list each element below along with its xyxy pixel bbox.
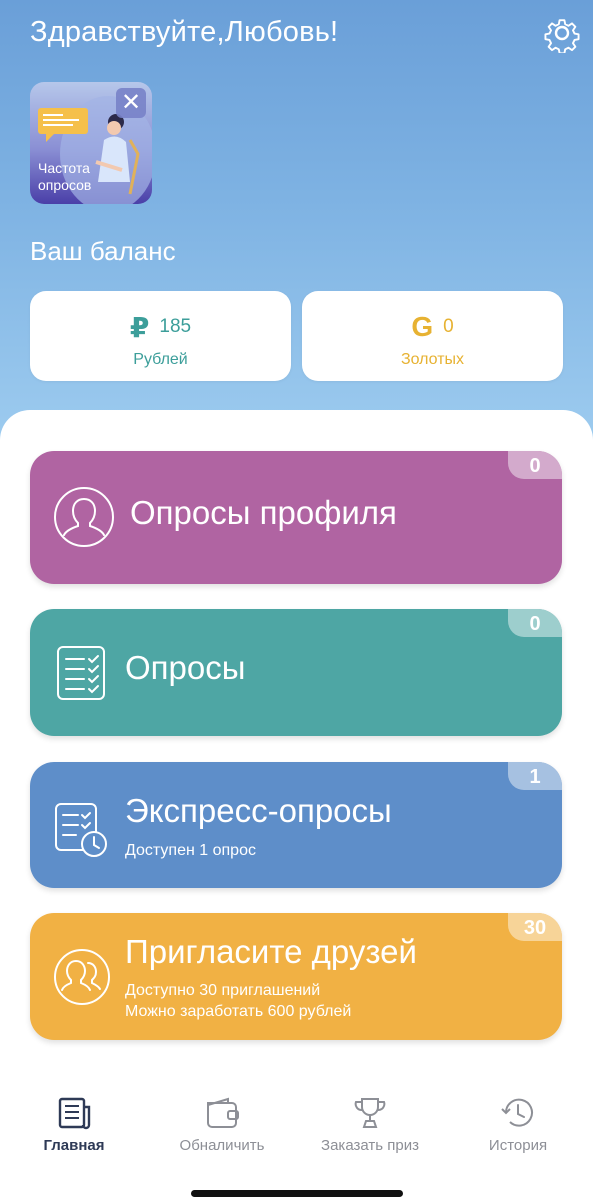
- surveys-tile[interactable]: 0 Опросы: [30, 609, 562, 736]
- wallet-icon: [207, 1097, 239, 1128]
- bottom-nav: Главная Обналичить Заказать приз История: [0, 1085, 593, 1165]
- express-surveys-subtitle: Доступен 1 опрос: [125, 842, 256, 859]
- home-indicator[interactable]: [191, 1190, 403, 1197]
- express-surveys-tile[interactable]: 1 Экспресс-опросы Доступен 1 опрос: [30, 762, 562, 888]
- friends-icon: [54, 949, 110, 1005]
- invite-friends-title: Пригласите друзей: [125, 933, 417, 970]
- nav-item-prize[interactable]: Заказать приз: [296, 1085, 444, 1154]
- invite-friends-subtitle-2: Можно заработать 600 рублей: [125, 1003, 352, 1020]
- gold-value: 0: [443, 316, 454, 337]
- close-icon[interactable]: ✕: [116, 88, 146, 118]
- nav-label-cashout: Обналичить: [179, 1137, 265, 1154]
- ruble-icon: ₽: [129, 311, 150, 343]
- gold-icon: G: [411, 311, 434, 342]
- rubles-balance-card[interactable]: ₽ 185 Рублей: [30, 291, 291, 381]
- trophy-icon: [354, 1098, 386, 1128]
- express-surveys-title: Экспресс-опросы: [125, 792, 392, 829]
- profile-icon: [54, 487, 114, 547]
- home-newspaper-icon: [58, 1097, 91, 1130]
- rubles-label: Рублей: [133, 351, 188, 368]
- nav-item-cashout[interactable]: Обналичить: [148, 1085, 296, 1154]
- nav-label-history: История: [488, 1137, 548, 1154]
- header-background: [0, 0, 593, 460]
- nav-label-prize: Заказать приз: [321, 1137, 419, 1154]
- story-label: Частота опросов: [38, 160, 92, 193]
- rubles-value: 185: [159, 316, 192, 337]
- invite-friends-subtitle-1: Доступно 30 приглашений: [125, 982, 321, 999]
- invite-friends-tile[interactable]: 30 Пригласите друзей Доступно 30 приглаш…: [30, 913, 562, 1040]
- nav-label-home: Главная: [43, 1137, 105, 1154]
- profile-surveys-title: Опросы профиля: [130, 494, 397, 531]
- profile-surveys-tile[interactable]: 0 Опросы профиля: [30, 451, 562, 584]
- history-icon: [501, 1098, 533, 1127]
- gold-balance-card[interactable]: G 0 Золотых: [302, 291, 563, 381]
- balance-title: Ваш баланс: [30, 236, 176, 266]
- gold-label: Золотых: [400, 351, 465, 368]
- surveys-title: Опросы: [125, 649, 246, 686]
- checklist-clock-icon: [55, 803, 107, 857]
- nav-item-history[interactable]: История: [444, 1085, 592, 1154]
- checklist-icon: [57, 646, 105, 700]
- nav-item-home[interactable]: Главная: [0, 1085, 148, 1154]
- story-card[interactable]: ✕ Частота опросов: [30, 82, 152, 204]
- greeting-title: Здравствуйте,Любовь!: [30, 16, 339, 48]
- gear-icon[interactable]: [542, 13, 582, 53]
